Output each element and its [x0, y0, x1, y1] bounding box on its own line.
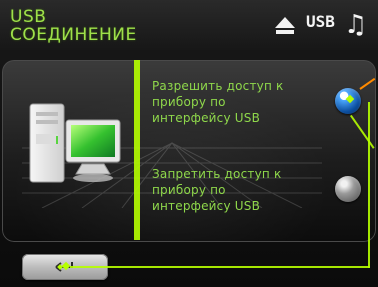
usb-options-panel: Разрешить доступ к прибору по интерфейсу…: [2, 60, 376, 242]
option-allow-line-2: прибору по: [152, 95, 226, 109]
connector-line-bottom: [70, 266, 370, 268]
computer-icon: [29, 103, 121, 183]
option-allow-line-1: Разрешить доступ к: [152, 79, 284, 93]
option-deny-usb-access[interactable]: Запретить доступ к прибору по интерфейсу…: [152, 166, 352, 214]
radio-deny-usb-access[interactable]: [335, 176, 361, 202]
option-deny-line-3: интерфейсу USB: [152, 199, 261, 213]
connector-line-right: [368, 102, 370, 268]
page-title-line-1: USB: [10, 7, 47, 27]
usb-icon[interactable]: USB: [306, 12, 335, 31]
option-allow-usb-access[interactable]: Разрешить доступ к прибору по интерфейсу…: [152, 78, 352, 126]
music-note-icon[interactable]: ♫: [344, 10, 367, 40]
eject-icon[interactable]: [272, 14, 298, 38]
option-deny-line-1: Запретить доступ к: [152, 167, 282, 181]
page-title-line-2: СОЕДИНЕНИЕ: [10, 25, 137, 45]
page-title: USB СОЕДИНЕНИЕ: [10, 8, 137, 44]
screen-frame: USB СОЕДИНЕНИЕ USB ♫ Разрешить доступ к …: [0, 0, 378, 287]
option-deny-line-2: прибору по: [152, 183, 226, 197]
divider-line: [134, 60, 140, 240]
option-allow-line-3: интерфейсу USB: [152, 111, 261, 125]
